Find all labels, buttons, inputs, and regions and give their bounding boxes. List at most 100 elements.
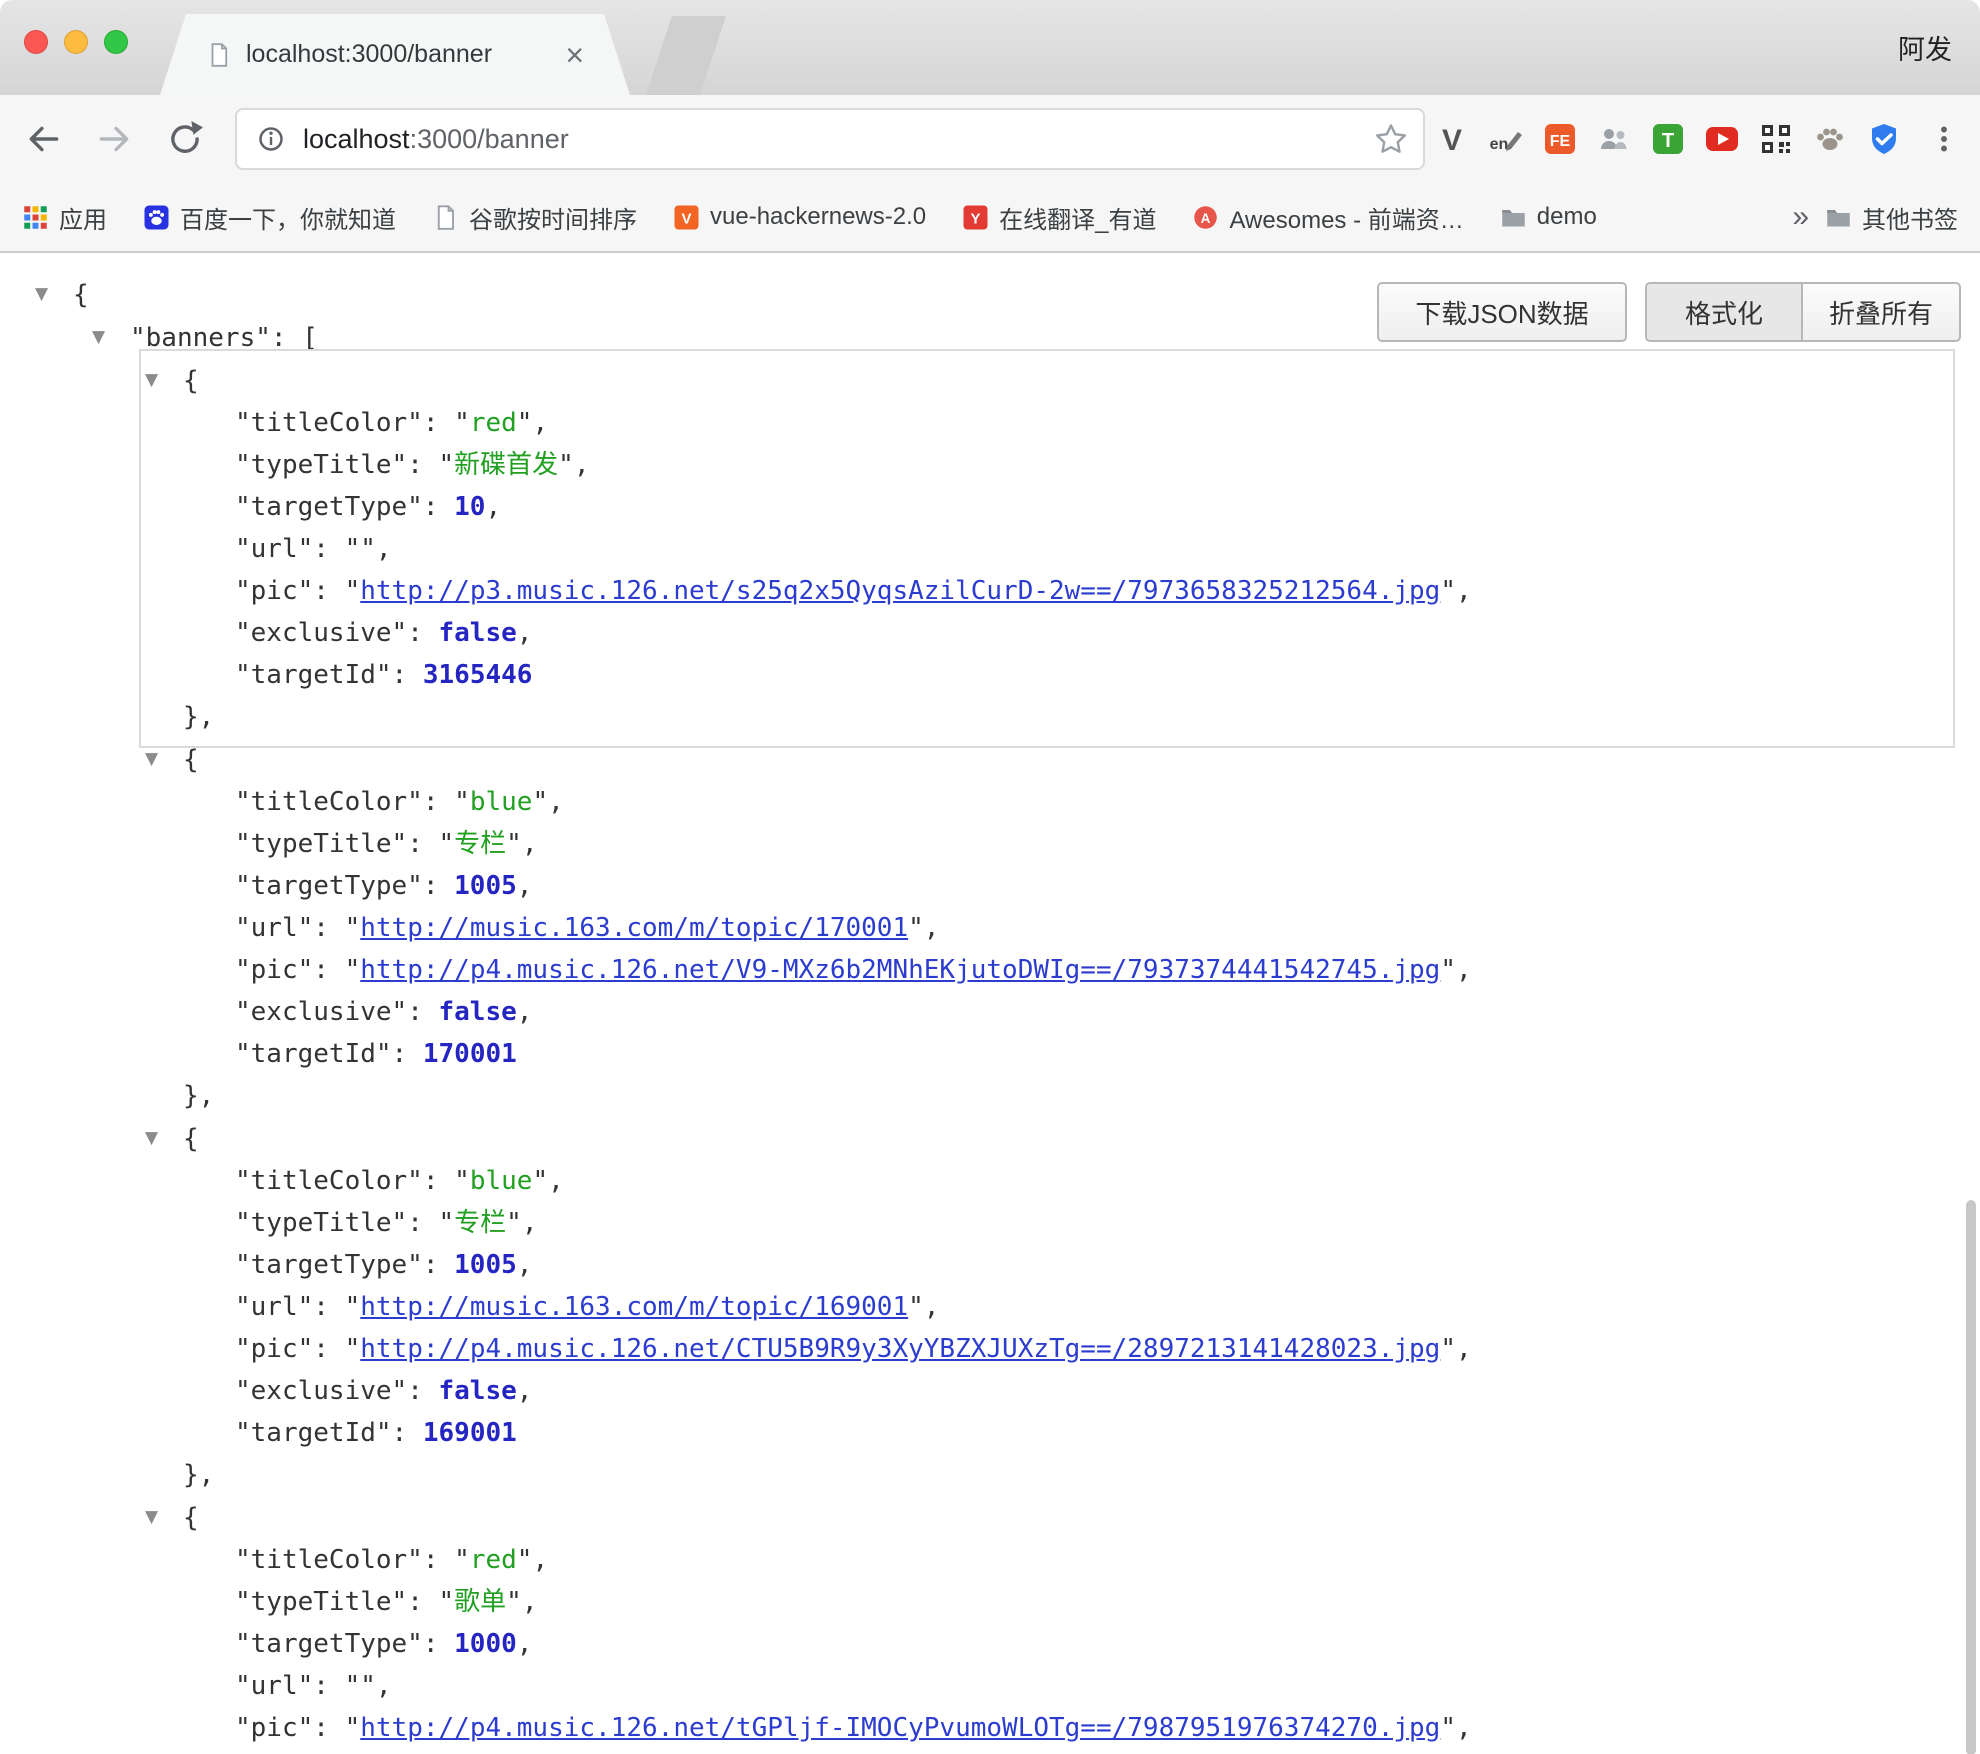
minimize-window-button[interactable] [64, 30, 88, 54]
json-link-value[interactable]: http://music.163.com/m/topic/169001 [360, 1292, 908, 1322]
youdao-icon: Y [962, 204, 989, 231]
youtube-icon[interactable] [1700, 117, 1744, 161]
json-link-value[interactable]: http://p4.music.126.net/tGPljf-IMOCyPvum… [360, 1713, 1440, 1743]
expander-icon[interactable]: ▼ [145, 1496, 183, 1538]
json-number-value: 170001 [423, 1039, 517, 1069]
json-link-value[interactable]: http://music.163.com/m/topic/170001 [360, 913, 908, 943]
youdao-dict-icon[interactable]: en [1484, 117, 1528, 161]
blue-shield-check-icon[interactable] [1862, 117, 1906, 161]
svg-text:T: T [1662, 130, 1674, 152]
forward-button[interactable] [92, 117, 136, 161]
json-line: }, [0, 696, 1980, 738]
url-text: localhost:3000/banner [303, 124, 569, 155]
json-punct: : [423, 1250, 454, 1280]
json-line: "targetType": 1000, [0, 1623, 1980, 1665]
json-line: "url": "http://music.163.com/m/topic/170… [0, 907, 1980, 949]
json-punct: " [532, 787, 548, 817]
json-punct: " [506, 1208, 522, 1238]
json-key: "typeTitle" [235, 1208, 407, 1238]
json-line: "targetId": 169001 [0, 1412, 1980, 1454]
json-punct: : [ [271, 323, 318, 353]
bookmark-item[interactable]: Y在线翻译_有道 [962, 200, 1156, 235]
json-key: "titleColor" [235, 1166, 423, 1196]
json-punct: " [360, 534, 376, 564]
json-punct: { [73, 280, 89, 310]
json-link-value[interactable]: http://p4.music.126.net/CTU5B9R9y3XyYBZX… [360, 1334, 1440, 1364]
bookmark-item[interactable]: AAwesomes - 前端资… [1192, 200, 1463, 235]
green-shield-t-icon[interactable]: T [1646, 117, 1690, 161]
profile-name[interactable]: 阿发 [1898, 28, 1952, 67]
json-link-value[interactable]: http://p3.music.126.net/s25q2x5QyqsAzilC… [360, 576, 1440, 606]
site-info-icon[interactable] [253, 121, 289, 157]
new-tab-button[interactable] [646, 16, 726, 95]
bookmark-item[interactable]: 谷歌按时间排序 [432, 200, 637, 235]
json-key: "typeTitle" [235, 1587, 407, 1617]
bookmark-item[interactable]: demo [1500, 203, 1597, 231]
expander-icon[interactable]: ▼ [92, 316, 130, 358]
json-line: "pic": "http://p4.music.126.net/V9-MXz6b… [0, 949, 1980, 991]
bookmark-label: 应用 [59, 200, 107, 235]
banner-entry: ▼{"titleColor": "blue","typeTitle": "专栏"… [0, 1117, 1980, 1496]
json-punct: , [522, 1587, 538, 1617]
json-line: "url": "", [0, 1665, 1980, 1707]
json-punct: " [1440, 955, 1456, 985]
json-punct: " [439, 829, 455, 859]
json-punct: " [1440, 1713, 1456, 1743]
back-button[interactable] [22, 117, 66, 161]
json-key: "exclusive" [235, 618, 407, 648]
address-bar[interactable]: localhost:3000/banner [235, 108, 1425, 170]
expander-icon[interactable]: ▼ [145, 359, 183, 401]
reload-button[interactable] [163, 117, 207, 161]
json-line: "targetType": 1005, [0, 1244, 1980, 1286]
fullscreen-window-button[interactable] [104, 30, 128, 54]
bookmarks-bar: 应用 百度一下，你就知道 谷歌按时间排序 Vvue-hackernews-2.0 Y在线… [0, 183, 1980, 253]
bookmarks-overflow-chevron[interactable]: » [1792, 202, 1809, 232]
bookmark-star-icon[interactable] [1373, 121, 1409, 157]
svg-text:Y: Y [971, 210, 981, 227]
vimium-v-icon[interactable]: V [1430, 117, 1474, 161]
json-line: "targetId": 170001 [0, 1033, 1980, 1075]
json-string-value: 专栏 [454, 1208, 506, 1238]
fe-extension-icon[interactable]: FE [1538, 117, 1582, 161]
json-punct: }, [183, 1081, 214, 1111]
json-punct: " [532, 1166, 548, 1196]
tab-strip: localhost:3000/banner × 阿发 [0, 0, 1980, 95]
json-key: "pic" [235, 1713, 313, 1743]
json-line: ▼{ [0, 1117, 1980, 1160]
json-line: "titleColor": "red", [0, 402, 1980, 444]
json-line: "typeTitle": "新碟首发", [0, 444, 1980, 486]
bookmark-item[interactable]: 应用 [22, 200, 107, 235]
json-string-value: blue [470, 787, 533, 817]
json-punct: " [908, 1292, 924, 1322]
json-punct: " [454, 787, 470, 817]
json-link-value[interactable]: http://p4.music.126.net/V9-MXz6b2MNhEKju… [360, 955, 1440, 985]
json-string-value: red [470, 1545, 517, 1575]
json-punct: : [407, 997, 438, 1027]
json-punct: , [517, 1629, 533, 1659]
qr-code-icon[interactable] [1754, 117, 1798, 161]
expander-icon[interactable]: ▼ [145, 738, 183, 780]
accounts-icon[interactable] [1592, 117, 1636, 161]
browser-menu-icon[interactable] [1922, 117, 1966, 161]
bookmark-item[interactable]: 百度一下，你就知道 [143, 200, 396, 235]
json-punct: : [423, 1545, 454, 1575]
expander-icon[interactable]: ▼ [145, 1117, 183, 1159]
scrollbar-thumb[interactable] [1966, 1200, 1976, 1754]
bookmarks-right-cluster: » 其他书签 [1792, 200, 1958, 235]
close-window-button[interactable] [24, 30, 48, 54]
vue-hackernews-icon: V [673, 204, 700, 231]
json-punct: , [548, 787, 564, 817]
paw-icon[interactable] [1808, 117, 1852, 161]
bookmarks-list: 应用 百度一下，你就知道 谷歌按时间排序 Vvue-hackernews-2.0 Y在线… [22, 200, 1633, 235]
bookmark-label: 百度一下，你就知道 [180, 200, 396, 235]
svg-text:FE: FE [1550, 133, 1571, 150]
json-key: "targetType" [235, 871, 423, 901]
expander-icon[interactable]: ▼ [35, 273, 73, 315]
browser-tab[interactable]: localhost:3000/banner × [160, 14, 630, 95]
tab-close-icon[interactable]: × [565, 39, 584, 71]
json-punct: : [423, 871, 454, 901]
json-punct: : [313, 1671, 344, 1701]
bookmark-item[interactable]: Vvue-hackernews-2.0 [673, 203, 926, 231]
other-bookmarks-folder[interactable]: 其他书签 [1825, 200, 1958, 235]
json-line: "url": "http://music.163.com/m/topic/169… [0, 1286, 1980, 1328]
